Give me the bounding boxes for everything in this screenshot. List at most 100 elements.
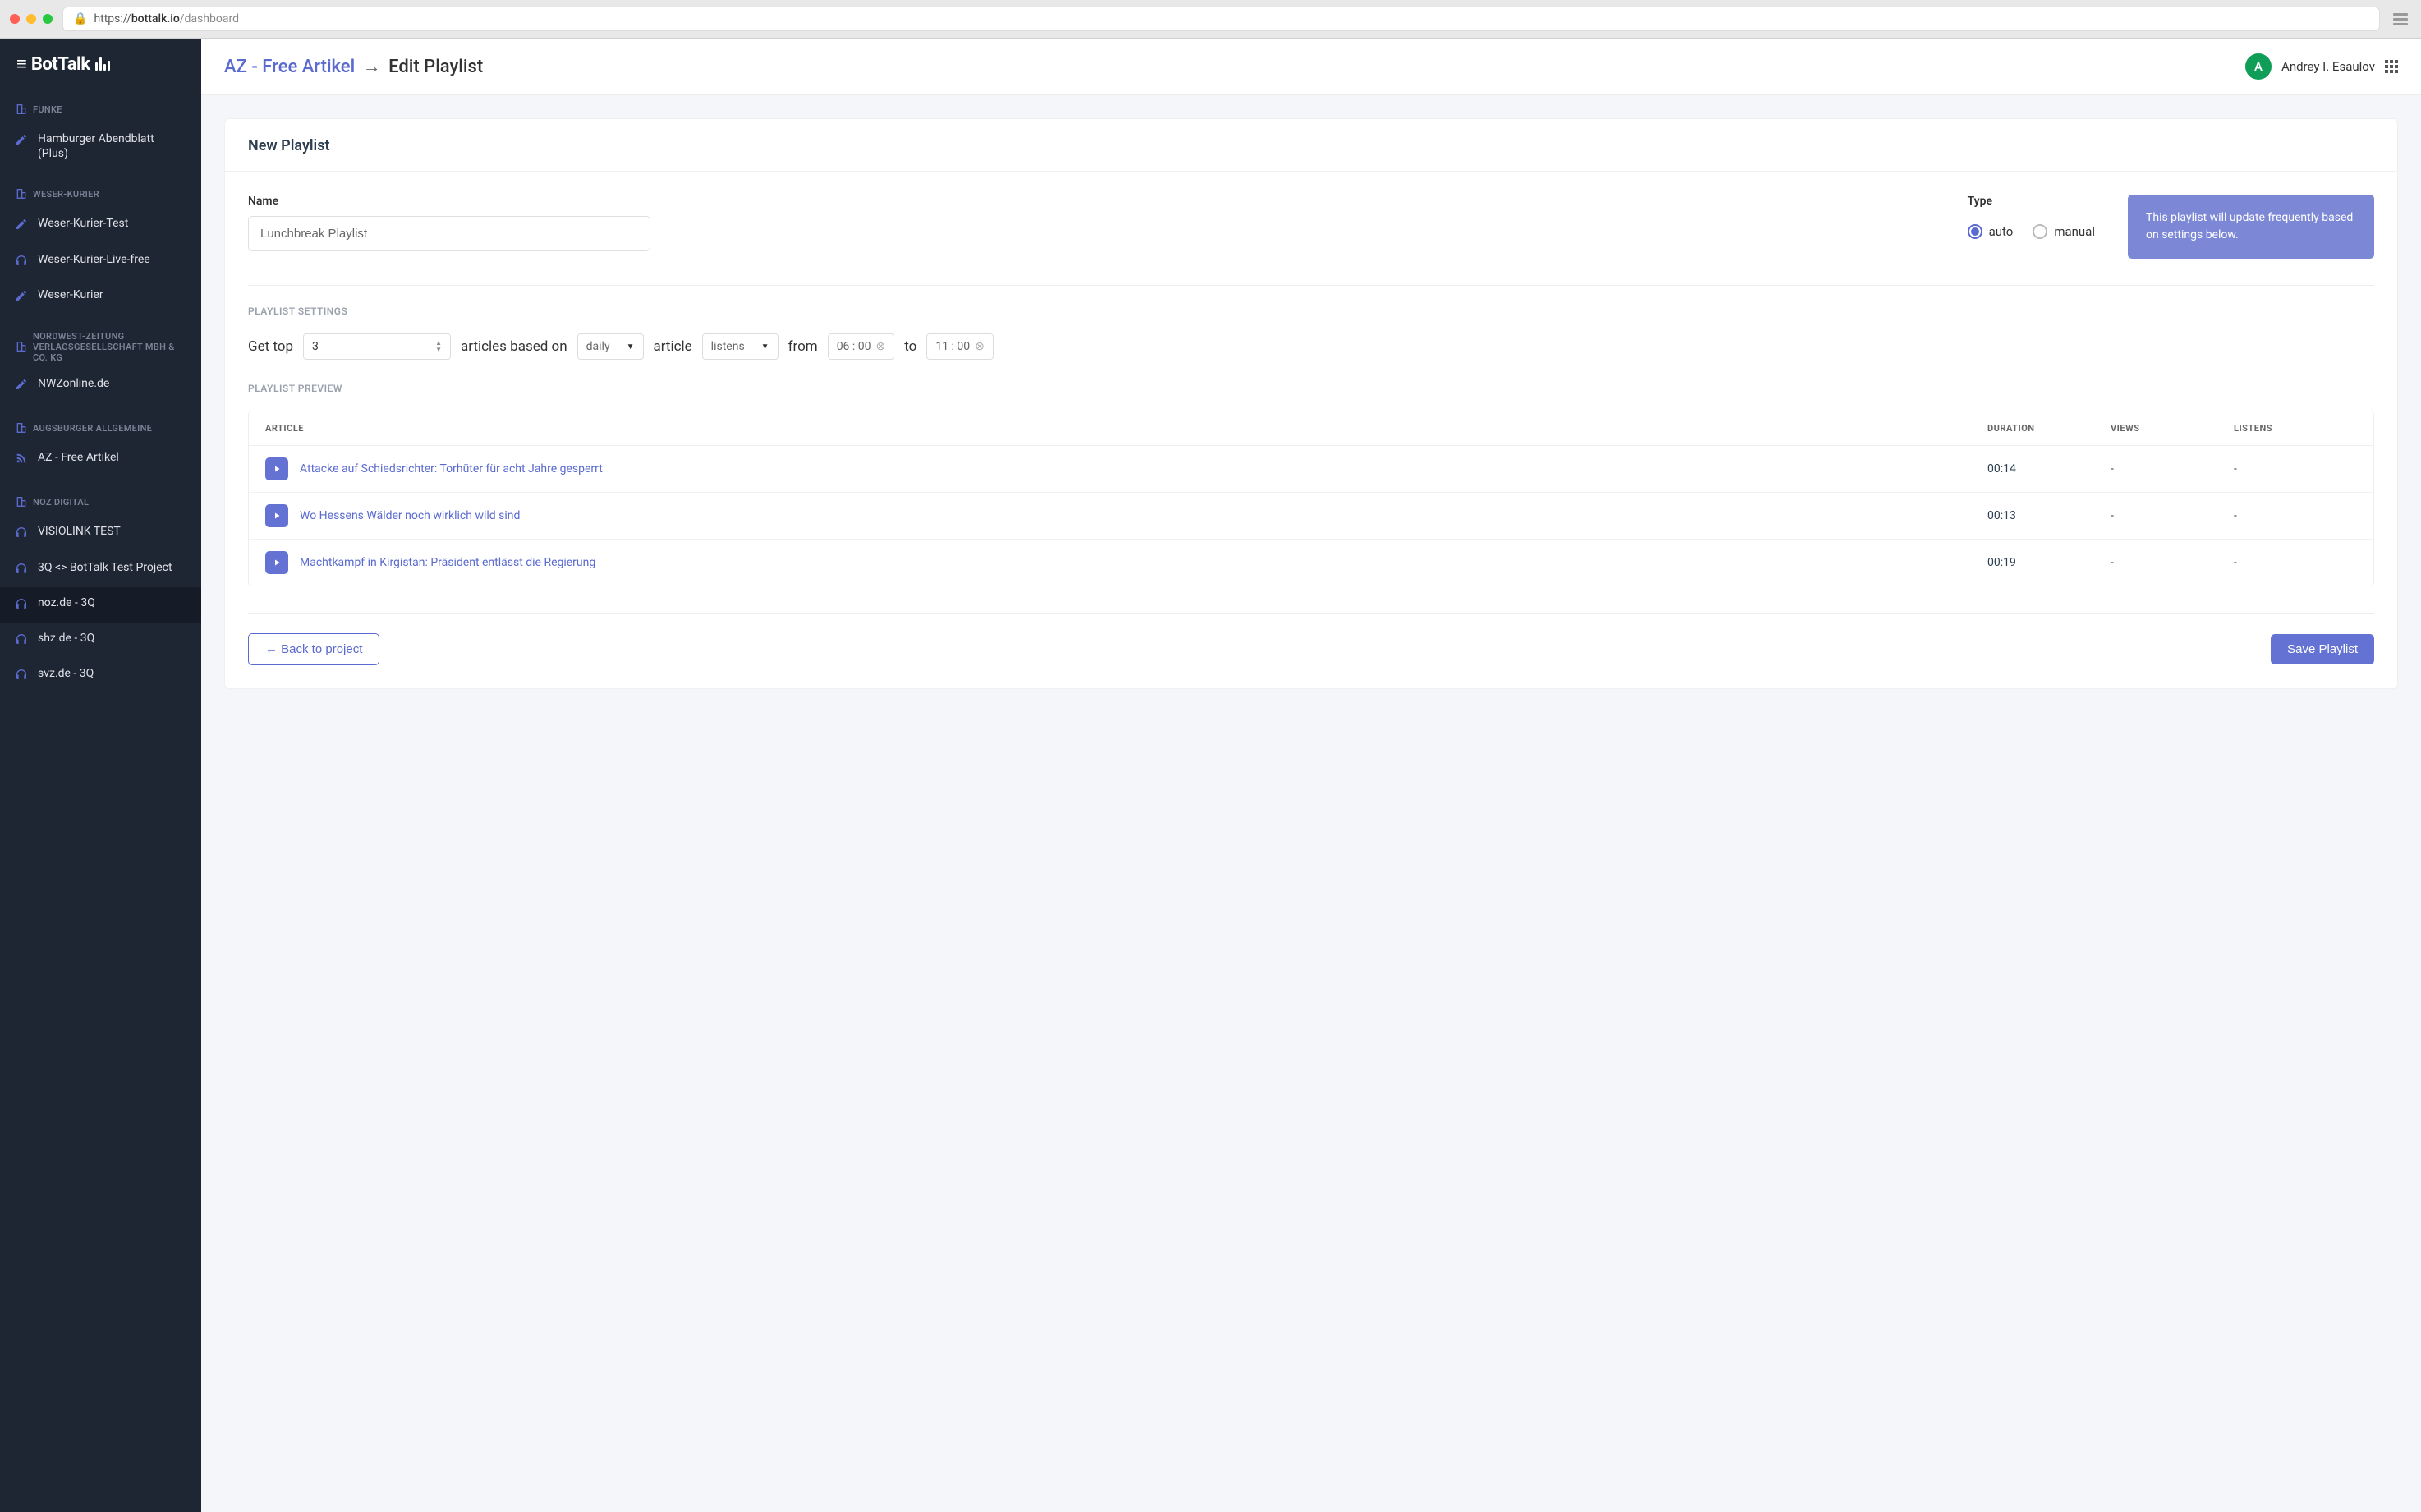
logo: ≡BotTalk [0, 39, 201, 88]
headphones-icon [15, 562, 28, 579]
pencil-icon [15, 289, 28, 306]
window-controls [10, 14, 53, 24]
breadcrumb-current: Edit Playlist [388, 57, 483, 77]
maximize-window-button[interactable] [43, 14, 53, 24]
clear-icon[interactable]: ⊗ [876, 340, 886, 353]
article-label: article [654, 338, 692, 355]
building-icon [15, 187, 28, 203]
back-to-project-button[interactable]: ← Back to project [248, 633, 379, 665]
to-label: to [904, 338, 916, 355]
duration-cell: 00:13 [1987, 509, 2111, 522]
breadcrumb-project-link[interactable]: AZ - Free Artikel [224, 57, 355, 77]
radio-unchecked-icon [2033, 224, 2047, 239]
sidebar-item[interactable]: VISIOLINK TEST [0, 516, 201, 551]
sidebar-item-label: Weser-Kurier [38, 287, 103, 302]
to-time-input[interactable]: 11 : 00⊗ [926, 333, 994, 360]
views-cell: - [2111, 556, 2234, 569]
url-bar[interactable]: 🔒 https://bottalk.io/dashboard [62, 7, 2380, 31]
arrow-right-icon: → [363, 57, 381, 77]
col-listens: LISTENS [2234, 423, 2357, 434]
browser-chrome: 🔒 https://bottalk.io/dashboard [0, 0, 2421, 39]
lock-icon: 🔒 [73, 12, 87, 25]
sidebar-item[interactable]: svz.de - 3Q [0, 658, 201, 693]
user-name: Andrey I. Esaulov [2281, 59, 2375, 74]
listens-cell: - [2234, 509, 2357, 522]
play-button[interactable] [265, 504, 288, 527]
sidebar-item-label: Weser-Kurier-Live-free [38, 252, 150, 267]
sidebar-item-label: VISIOLINK TEST [38, 524, 121, 539]
building-icon [15, 421, 28, 437]
play-button[interactable] [265, 551, 288, 574]
views-cell: - [2111, 462, 2234, 476]
close-window-button[interactable] [10, 14, 20, 24]
article-link[interactable]: Attacke auf Schiedsrichter: Torhüter für… [300, 462, 603, 476]
duration-cell: 00:19 [1987, 556, 2111, 569]
save-playlist-button[interactable]: Save Playlist [2271, 634, 2374, 664]
divider [248, 285, 2374, 286]
sidebar-item-label: svz.de - 3Q [38, 666, 94, 681]
pencil-icon [15, 218, 28, 235]
user-area[interactable]: A Andrey I. Esaulov [2245, 53, 2398, 80]
type-auto-radio[interactable]: auto [1968, 224, 2014, 239]
article-link[interactable]: Wo Hessens Wälder noch wirklich wild sin… [300, 509, 520, 522]
sidebar: ≡BotTalk FUNKEHamburger Abendblatt (Plus… [0, 39, 201, 1512]
sidebar-item[interactable]: noz.de - 3Q [0, 587, 201, 623]
get-top-label: Get top [248, 338, 293, 355]
sidebar-item-label: 3Q <> BotTalk Test Project [38, 560, 172, 575]
type-label: Type [1968, 195, 2095, 208]
sidebar-section-header: NOZ DIGITAL [0, 489, 201, 516]
headphones-icon [15, 597, 28, 614]
url-text: https://bottalk.io/dashboard [94, 12, 239, 25]
playlist-name-input[interactable] [248, 216, 650, 251]
sidebar-item-label: NWZonline.de [38, 376, 109, 391]
sidebar-item[interactable]: AZ - Free Artikel [0, 442, 201, 477]
sidebar-item[interactable]: NWZonline.de [0, 368, 201, 403]
breadcrumb: AZ - Free Artikel → Edit Playlist [224, 56, 483, 77]
from-time-input[interactable]: 06 : 00⊗ [828, 333, 895, 360]
browser-menu-button[interactable] [2390, 10, 2411, 29]
info-box: This playlist will update frequently bas… [2128, 195, 2374, 259]
sidebar-section-header: NORDWEST-ZEITUNG VERLAGSGESELLSCHAFT MBH… [0, 326, 201, 368]
views-cell: - [2111, 509, 2234, 522]
building-icon [15, 495, 28, 511]
type-manual-radio[interactable]: manual [2033, 224, 2095, 239]
listens-cell: - [2234, 462, 2357, 476]
pencil-icon [15, 378, 28, 395]
avatar: A [2245, 53, 2272, 80]
sidebar-item[interactable]: Weser-Kurier-Live-free [0, 244, 201, 279]
pencil-icon [15, 133, 28, 150]
headphones-icon [15, 632, 28, 650]
sidebar-section-header: FUNKE [0, 96, 201, 123]
sidebar-item[interactable]: Weser-Kurier [0, 279, 201, 315]
based-on-label: articles based on [461, 338, 567, 355]
sidebar-item-label: AZ - Free Artikel [38, 450, 119, 465]
radio-checked-icon [1968, 224, 1982, 239]
article-link[interactable]: Machtkampf in Kirgistan: Präsident entlä… [300, 556, 595, 569]
period-select[interactable]: daily▼ [577, 333, 644, 360]
headphones-icon [15, 668, 28, 685]
sidebar-item[interactable]: shz.de - 3Q [0, 623, 201, 658]
sidebar-section-header: AUGSBURGER ALLGEMEINE [0, 415, 201, 442]
main: AZ - Free Artikel → Edit Playlist A Andr… [201, 39, 2421, 1512]
col-article: ARTICLE [265, 423, 1987, 434]
apps-grid-icon[interactable] [2385, 60, 2398, 73]
minimize-window-button[interactable] [26, 14, 36, 24]
duration-cell: 00:14 [1987, 462, 2111, 476]
preview-table: ARTICLE DURATION VIEWS LISTENS Attacke a… [248, 411, 2374, 586]
listens-cell: - [2234, 556, 2357, 569]
card-title: New Playlist [225, 119, 2397, 172]
sidebar-item[interactable]: Hamburger Abendblatt (Plus) [0, 123, 201, 169]
top-count-input[interactable]: 3 ▲▼ [303, 333, 451, 360]
stepper-icon[interactable]: ▲▼ [435, 340, 442, 353]
topbar: AZ - Free Artikel → Edit Playlist A Andr… [201, 39, 2421, 95]
play-button[interactable] [265, 457, 288, 480]
settings-section-label: PLAYLIST SETTINGS [248, 306, 2374, 317]
from-label: from [788, 338, 818, 355]
headphones-icon [15, 254, 28, 271]
clear-icon[interactable]: ⊗ [975, 340, 985, 353]
metric-select[interactable]: listens▼ [702, 333, 779, 360]
sidebar-item-label: noz.de - 3Q [38, 595, 95, 610]
sidebar-item[interactable]: 3Q <> BotTalk Test Project [0, 552, 201, 587]
table-row: Wo Hessens Wälder noch wirklich wild sin… [249, 493, 2373, 540]
sidebar-item[interactable]: Weser-Kurier-Test [0, 208, 201, 243]
